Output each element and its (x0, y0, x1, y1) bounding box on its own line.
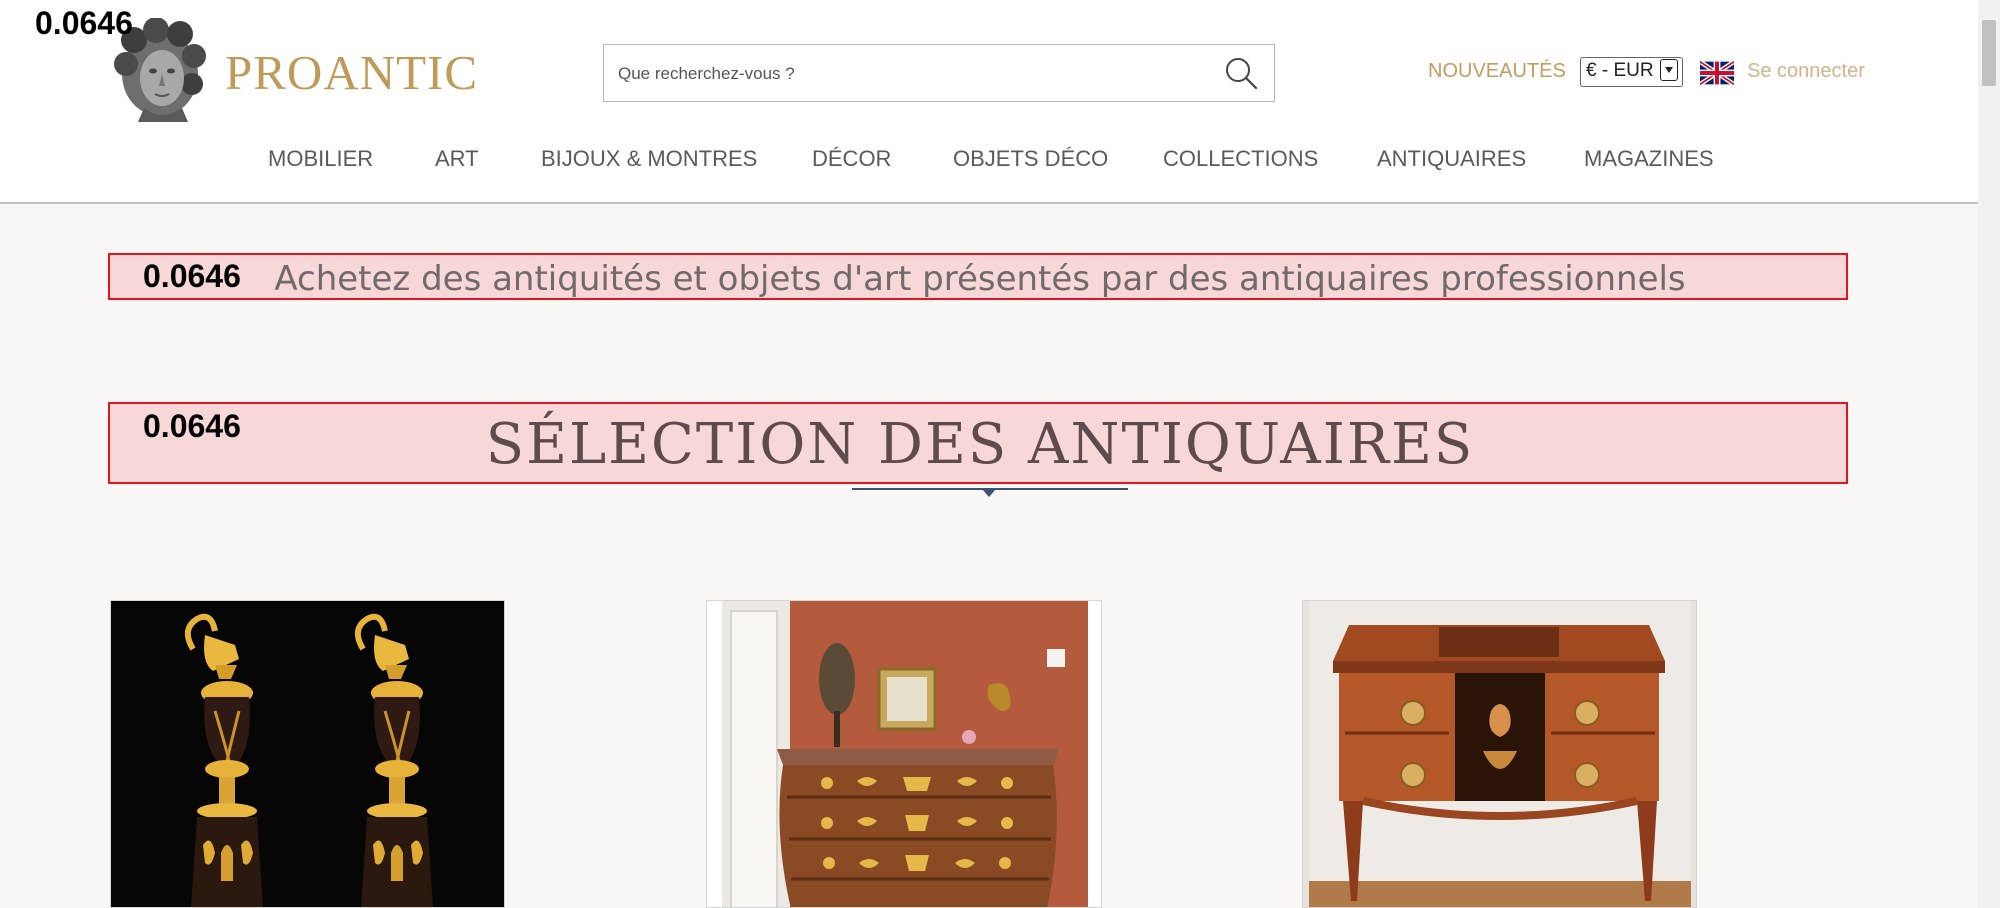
nav-item-antiquaires[interactable]: ANTIQUAIRES (1377, 146, 1526, 172)
section-heading-box: SÉLECTION DES ANTIQUAIRES (108, 402, 1848, 484)
bronze-ewers-image (111, 601, 504, 907)
nav-item-mobilier[interactable]: MOBILIER (268, 146, 373, 172)
new-arrivals-link[interactable]: NOUVEAUTÉS (1428, 60, 1566, 83)
chest-of-drawers-image (707, 601, 1101, 907)
search-input[interactable] (616, 45, 1200, 102)
currency-select[interactable]: € - EUR (1580, 57, 1683, 87)
site-header: PROANTIC NOUVEAUTÉS € - EUR Se connecter… (0, 0, 1978, 204)
nav-item-objets-deco[interactable]: OBJETS DÉCO (953, 146, 1108, 172)
score-label: 0.0646 (35, 5, 133, 41)
nav-item-bijoux-montres[interactable]: BIJOUX & MONTRES (541, 146, 757, 172)
page-scrollbar[interactable] (1978, 0, 2000, 908)
divider-arrow-icon (982, 489, 996, 497)
login-link[interactable]: Se connecter (1747, 60, 1865, 83)
brand-logo-text[interactable]: PROANTIC (225, 44, 478, 101)
nav-item-collections[interactable]: COLLECTIONS (1163, 146, 1318, 172)
score-label: 0.0646 (143, 258, 241, 294)
nav-item-decor[interactable]: DÉCOR (812, 146, 891, 172)
scrollbar-thumb[interactable] (1982, 20, 1996, 86)
search-icon[interactable] (1223, 55, 1259, 91)
marquetry-commode-image (1303, 601, 1696, 907)
chevron-down-icon (1660, 59, 1678, 81)
score-label: 0.0646 (143, 408, 241, 444)
currency-value: € - EUR (1586, 60, 1654, 81)
tagline-text: Achetez des antiquités et objets d'art p… (274, 259, 1686, 299)
section-title: SÉLECTION DES ANTIQUAIRES (485, 412, 1475, 477)
tagline-banner: Achetez des antiquités et objets d'art p… (108, 253, 1848, 300)
nav-item-art[interactable]: ART (435, 146, 479, 172)
search-box (603, 44, 1275, 102)
uk-flag-icon[interactable] (1700, 61, 1734, 85)
nav-item-magazines[interactable]: MAGAZINES (1584, 146, 1714, 172)
main-nav: MOBILIER ART BIJOUX & MONTRES DÉCOR OBJE… (0, 146, 1978, 182)
product-card[interactable] (1302, 600, 1697, 908)
product-card[interactable] (110, 600, 505, 908)
product-card[interactable] (706, 600, 1102, 908)
